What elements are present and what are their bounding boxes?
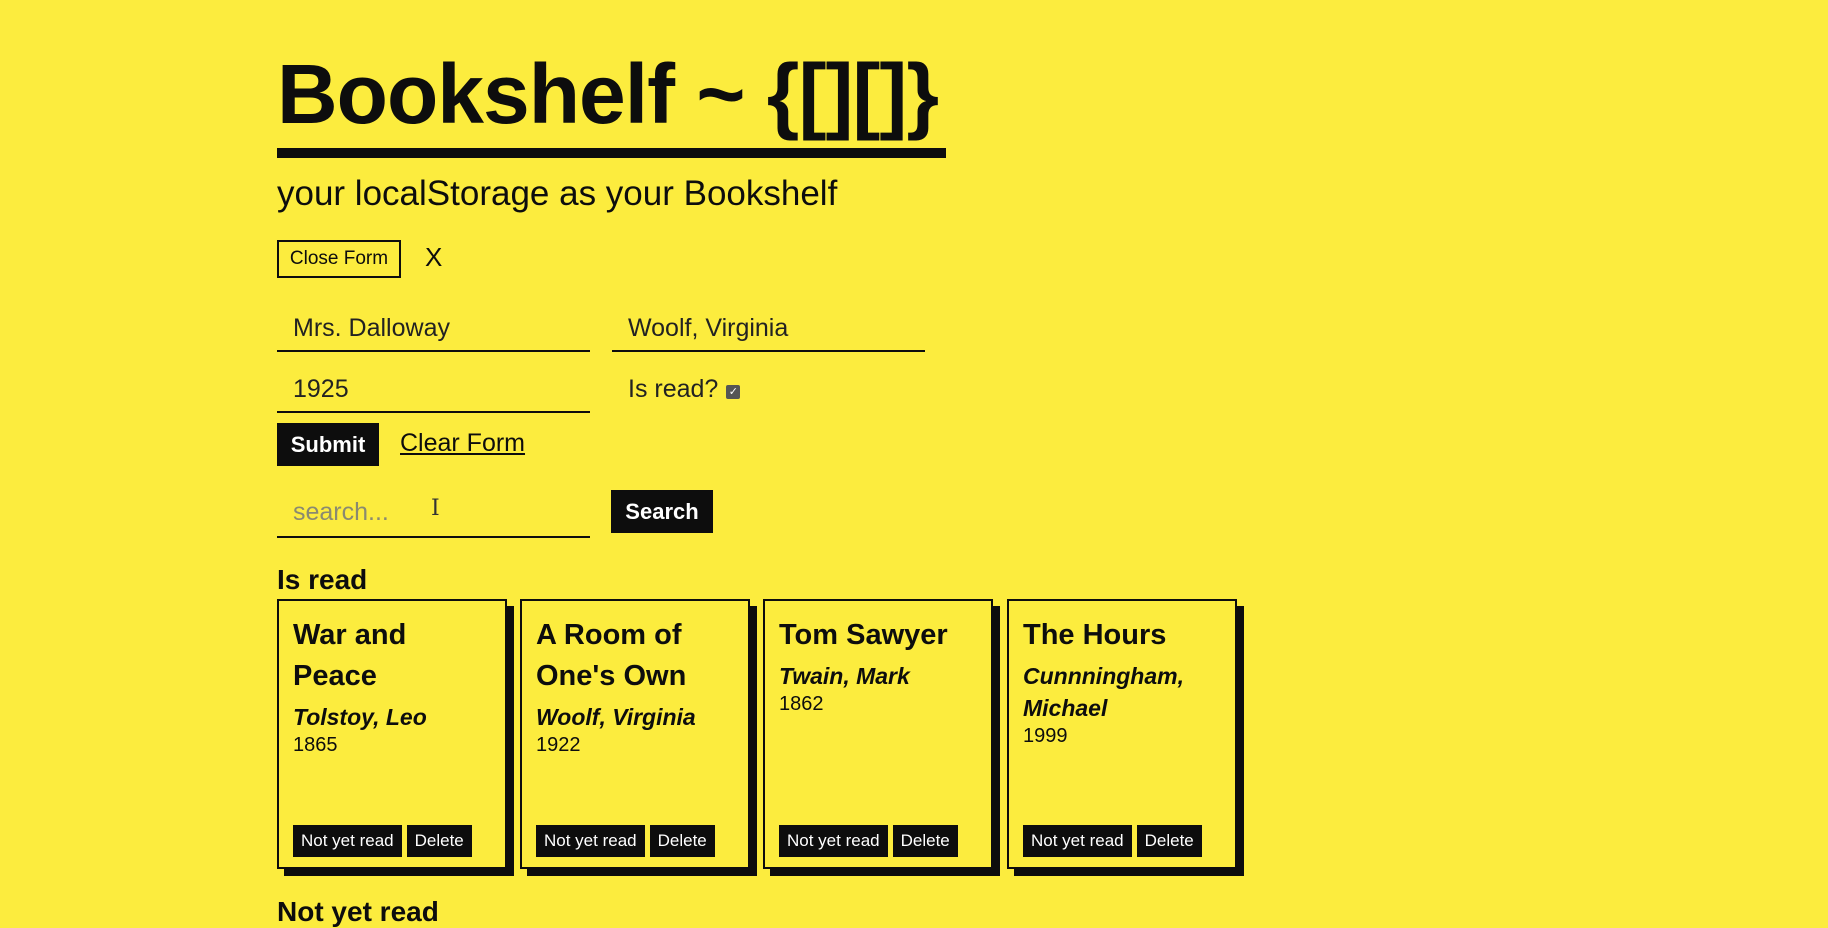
clear-form-link[interactable]: Clear Form bbox=[400, 428, 525, 458]
page-title: Bookshelf ~ {[][]} bbox=[277, 47, 939, 141]
book-year: 1999 bbox=[1023, 725, 1068, 747]
delete-button[interactable]: Delete bbox=[892, 825, 958, 857]
book-actions: Not yet read Delete bbox=[536, 825, 720, 857]
book-title: The Hours bbox=[1023, 619, 1167, 651]
page-subtitle: your localStorage as your Bookshelf bbox=[277, 174, 838, 213]
is-read-label: Is read? bbox=[628, 375, 719, 403]
book-card: War and Peace Tolstoy, Leo 1865 Not yet … bbox=[277, 599, 507, 869]
delete-button[interactable]: Delete bbox=[649, 825, 715, 857]
book-year: 1922 bbox=[536, 734, 581, 756]
book-author: Twain, Mark bbox=[779, 663, 910, 689]
section-heading-not-read: Not yet read bbox=[277, 896, 439, 927]
submit-button[interactable]: Submit bbox=[277, 423, 379, 466]
delete-button[interactable]: Delete bbox=[406, 825, 472, 857]
book-author: Cunnningham, Michael bbox=[1023, 663, 1184, 721]
title-underline bbox=[277, 148, 946, 158]
book-year: 1865 bbox=[293, 734, 338, 756]
mark-not-read-button[interactable]: Not yet read bbox=[293, 825, 402, 857]
book-actions: Not yet read Delete bbox=[293, 825, 477, 857]
book-card: Tom Sawyer Twain, Mark 1862 Not yet read… bbox=[763, 599, 993, 869]
mark-not-read-button[interactable]: Not yet read bbox=[536, 825, 645, 857]
title-input[interactable] bbox=[277, 306, 590, 352]
section-heading-read: Is read bbox=[277, 564, 368, 595]
book-card: The Hours Cunnningham, Michael 1999 Not … bbox=[1007, 599, 1237, 869]
mark-not-read-button[interactable]: Not yet read bbox=[1023, 825, 1132, 857]
book-year: 1862 bbox=[779, 693, 824, 715]
delete-button[interactable]: Delete bbox=[1136, 825, 1202, 857]
book-actions: Not yet read Delete bbox=[1023, 825, 1207, 857]
book-title: War and Peace bbox=[293, 619, 407, 692]
book-author: Woolf, Virginia bbox=[536, 704, 696, 730]
book-title: Tom Sawyer bbox=[779, 619, 948, 651]
close-icon[interactable]: X bbox=[425, 244, 442, 270]
close-form-button[interactable]: Close Form bbox=[277, 240, 401, 278]
search-button[interactable]: Search bbox=[611, 490, 713, 533]
year-input[interactable] bbox=[277, 367, 590, 413]
book-actions: Not yet read Delete bbox=[779, 825, 963, 857]
mark-not-read-button[interactable]: Not yet read bbox=[779, 825, 888, 857]
text-cursor-icon: I bbox=[431, 496, 440, 521]
book-author: Tolstoy, Leo bbox=[293, 704, 427, 730]
author-input[interactable] bbox=[612, 306, 925, 352]
book-title: A Room of One's Own bbox=[536, 619, 687, 692]
is-read-field[interactable]: Is read? ✓ bbox=[628, 374, 741, 404]
is-read-checkbox[interactable]: ✓ bbox=[726, 385, 741, 399]
book-card: A Room of One's Own Woolf, Virginia 1922… bbox=[520, 599, 750, 869]
